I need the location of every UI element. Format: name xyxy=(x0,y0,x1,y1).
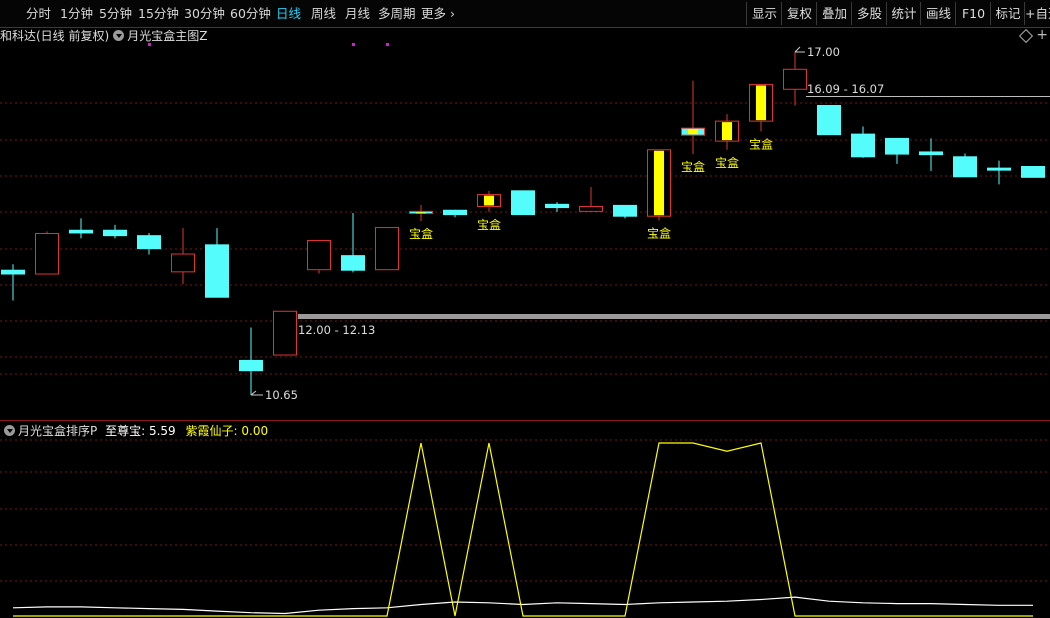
annotation-arrow-1 xyxy=(250,390,263,396)
candle-body-13 xyxy=(443,209,467,216)
candle-body-16 xyxy=(545,203,569,209)
candle-body-0 xyxy=(1,269,25,275)
candle-body-6 xyxy=(205,244,229,298)
candle-body-8 xyxy=(273,310,297,356)
kline-chart: 宝盒宝盒宝盒宝盒 宝盒宝盒17.0010.6516.09 - 16.0712.00… xyxy=(0,43,1050,617)
support-band xyxy=(298,314,1050,319)
candle-body-27 xyxy=(919,151,943,156)
sub-series-line-1 xyxy=(13,442,1033,617)
candle-body-15 xyxy=(511,190,535,216)
treasure-box-fill-21 xyxy=(721,122,733,141)
annotation-low: 10.65 xyxy=(265,388,298,402)
treasure-box-label-14: 宝盒 xyxy=(477,217,501,232)
candle-body-11 xyxy=(375,227,399,271)
treasure-box-label-20: 宝盒 xyxy=(681,159,705,174)
candle-body-29 xyxy=(987,167,1011,171)
treasure-box-fill-22 xyxy=(755,85,767,121)
annotation-arrow-0 xyxy=(794,46,805,53)
treasure-box-label-19: 宝盒 xyxy=(647,226,671,241)
candle-body-28 xyxy=(953,156,977,178)
candle-body-24 xyxy=(817,104,841,136)
treasure-box-fill-12 xyxy=(415,212,427,214)
candle-body-23 xyxy=(783,68,807,90)
candle-body-5 xyxy=(171,253,195,273)
treasure-box-label-12: 宝盒 xyxy=(409,226,433,241)
candle-body-3 xyxy=(103,229,127,237)
candle-body-17 xyxy=(579,205,603,212)
candle-body-30 xyxy=(1021,166,1045,178)
range-label-top: 16.09 - 16.07 xyxy=(807,82,884,96)
treasure-box-fill-19 xyxy=(653,150,665,216)
candle-body-4 xyxy=(137,235,161,250)
candle-body-18 xyxy=(613,204,637,217)
marker-dot-2 xyxy=(386,43,389,46)
range-label-bottom: 12.00 - 12.13 xyxy=(298,323,375,337)
marker-dot-0 xyxy=(148,43,151,46)
candle-body-10 xyxy=(341,255,365,271)
candle-body-7 xyxy=(239,359,263,372)
treasure-box-label-21: 宝盒 xyxy=(715,155,739,170)
marker-dot-1 xyxy=(352,43,355,46)
treasure-box-fill-20 xyxy=(687,129,699,135)
treasure-box-fill-14 xyxy=(483,195,495,206)
candle-body-25 xyxy=(851,133,875,158)
candle-body-26 xyxy=(885,137,909,155)
candle-body-9 xyxy=(307,240,331,271)
annotation-high: 17.00 xyxy=(807,45,840,59)
sub-series-line-0 xyxy=(12,596,1033,615)
candle-body-2 xyxy=(69,229,93,234)
treasure-box-label-22: 宝盒 xyxy=(749,136,773,151)
candle-body-1 xyxy=(35,232,59,275)
